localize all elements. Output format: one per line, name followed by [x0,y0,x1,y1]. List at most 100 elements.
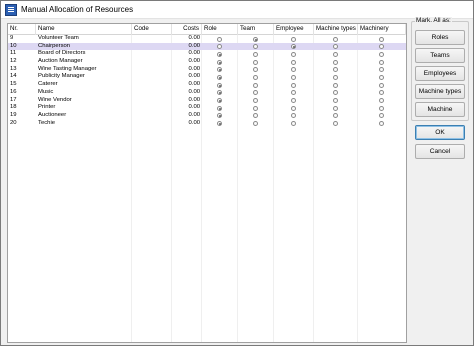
machine-types-radio[interactable] [333,51,338,57]
table-row[interactable]: 14 Publicity Manager 0.00 [8,73,406,81]
row-number: 20 [10,119,17,126]
resource-code [132,43,172,51]
mark-all-roles-button[interactable]: Roles [415,30,465,45]
resource-code [132,120,172,128]
role-radio[interactable] [217,98,222,104]
row-number: 18 [10,104,17,111]
machinery-radio[interactable] [379,59,384,65]
employee-radio[interactable] [291,36,296,42]
table-row[interactable]: 20 Techie 0.00 [8,120,406,128]
column-header-code[interactable]: Code [132,24,172,35]
machinery-radio[interactable] [379,44,384,50]
role-radio[interactable] [217,113,222,119]
resource-name: Music [38,88,54,95]
machinery-radio[interactable] [379,98,384,104]
table-row[interactable]: 12 Auction Manager 0.00 [8,58,406,66]
team-radio[interactable] [253,98,258,104]
machinery-radio[interactable] [379,67,384,73]
ok-button[interactable]: OK [415,125,465,140]
resource-name: Auction Manager [38,58,83,65]
machine-types-radio[interactable] [333,82,338,88]
column-header-employee[interactable]: Employee [274,24,314,35]
row-number: 16 [10,88,17,95]
role-radio[interactable] [217,44,222,50]
team-radio[interactable] [253,75,258,81]
role-radio[interactable] [217,36,222,42]
column-header-costs[interactable]: Costs [172,24,202,35]
column-header-role[interactable]: Role [202,24,238,35]
mark-all-machine-types-button[interactable]: Machine types [415,84,465,99]
employee-radio[interactable] [291,98,296,104]
table-row[interactable]: 18 Printer 0.00 [8,104,406,112]
machinery-radio[interactable] [379,36,384,42]
machine-types-radio[interactable] [333,44,338,50]
machine-types-radio[interactable] [333,121,338,127]
team-radio[interactable] [253,36,258,42]
column-header-nr[interactable]: Nr. [8,24,36,35]
column-header-machine-types[interactable]: Machine types [314,24,358,35]
team-radio[interactable] [253,113,258,119]
role-radio[interactable] [217,82,222,88]
machinery-radio[interactable] [379,121,384,127]
resource-code [132,35,172,43]
machinery-radio[interactable] [379,90,384,96]
resource-costs: 0.00 [188,50,200,57]
team-radio[interactable] [253,51,258,57]
employee-radio[interactable] [291,90,296,96]
table-row[interactable]: 17 Wine Vendor 0.00 [8,97,406,105]
team-radio[interactable] [253,67,258,73]
employee-radio[interactable] [291,44,296,50]
column-header-name[interactable]: Name [36,24,132,35]
employee-radio[interactable] [291,59,296,65]
machine-types-radio[interactable] [333,59,338,65]
table-row[interactable]: 11 Board of Directors 0.00 [8,50,406,58]
column-header-machinery[interactable]: Machinery [358,24,406,35]
table-row[interactable]: 13 Wine Tasting Manager 0.00 [8,66,406,74]
role-radio[interactable] [217,67,222,73]
employee-radio[interactable] [291,67,296,73]
row-number: 12 [10,58,17,65]
mark-all-teams-button[interactable]: Teams [415,48,465,63]
table-row[interactable]: 15 Caterer 0.00 [8,81,406,89]
role-radio[interactable] [217,121,222,127]
column-header-team[interactable]: Team [238,24,274,35]
role-radio[interactable] [217,59,222,65]
table-row[interactable]: 16 Music 0.00 [8,89,406,97]
team-radio[interactable] [253,105,258,111]
machinery-radio[interactable] [379,75,384,81]
table-row[interactable]: 10 Chairperson 0.00 [8,42,406,51]
machinery-radio[interactable] [379,51,384,57]
team-radio[interactable] [253,44,258,50]
machinery-radio[interactable] [379,113,384,119]
employee-radio[interactable] [291,51,296,57]
table-row[interactable]: 9 Volunteer Team 0.00 [8,35,406,43]
employee-radio[interactable] [291,113,296,119]
role-radio[interactable] [217,75,222,81]
title-bar[interactable]: Manual Allocation of Resources [1,1,473,19]
machine-types-radio[interactable] [333,113,338,119]
machine-types-radio[interactable] [333,105,338,111]
machine-types-radio[interactable] [333,90,338,96]
machine-types-radio[interactable] [333,67,338,73]
row-number: 13 [10,65,17,72]
employee-radio[interactable] [291,121,296,127]
mark-all-machine-button[interactable]: Machine [415,102,465,117]
machine-types-radio[interactable] [333,98,338,104]
mark-all-employees-button[interactable]: Employees [415,66,465,81]
team-radio[interactable] [253,82,258,88]
role-radio[interactable] [217,51,222,57]
employee-radio[interactable] [291,82,296,88]
team-radio[interactable] [253,121,258,127]
machinery-radio[interactable] [379,82,384,88]
table-row[interactable]: 19 Auctioneer 0.00 [8,112,406,120]
employee-radio[interactable] [291,75,296,81]
role-radio[interactable] [217,105,222,111]
employee-radio[interactable] [291,105,296,111]
team-radio[interactable] [253,90,258,96]
cancel-button[interactable]: Cancel [415,144,465,159]
machine-types-radio[interactable] [333,36,338,42]
team-radio[interactable] [253,59,258,65]
machinery-radio[interactable] [379,105,384,111]
role-radio[interactable] [217,90,222,96]
machine-types-radio[interactable] [333,75,338,81]
